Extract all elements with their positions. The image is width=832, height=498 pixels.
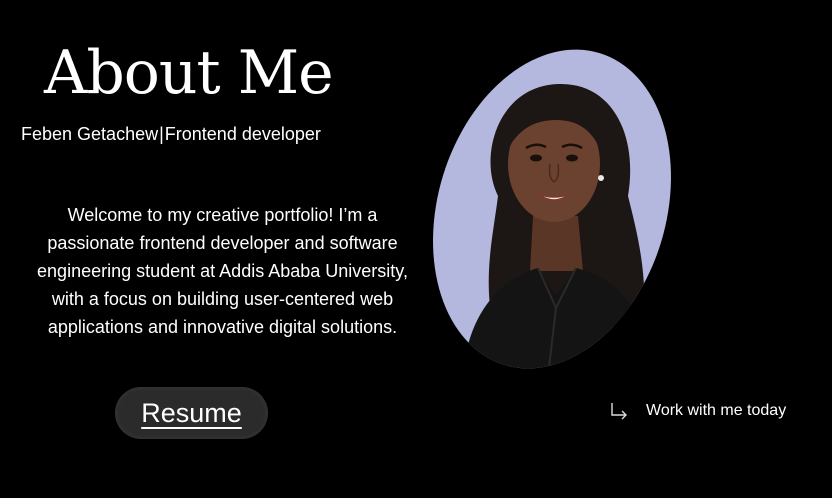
- person-role: Frontend developer: [164, 124, 321, 144]
- work-with-me-link[interactable]: Work with me today: [608, 400, 786, 422]
- person-name: Feben Getachew: [21, 124, 159, 144]
- page-title: About Me: [44, 38, 334, 108]
- about-section: About Me Feben Getachew|Frontend develop…: [0, 0, 832, 498]
- bio-paragraph: Welcome to my creative portfolio! I’m a …: [37, 205, 408, 337]
- resume-button[interactable]: Resume: [115, 387, 268, 439]
- arrow-down-right-icon: [611, 403, 627, 420]
- profile-photo-illustration: [463, 83, 653, 372]
- profile-photo: [395, 19, 709, 399]
- name-role-separator: |: [159, 124, 164, 144]
- resume-button-label[interactable]: Resume: [141, 398, 242, 429]
- name-and-role: Feben Getachew|Frontend developer: [21, 123, 321, 145]
- work-with-me-label[interactable]: Work with me today: [646, 402, 786, 420]
